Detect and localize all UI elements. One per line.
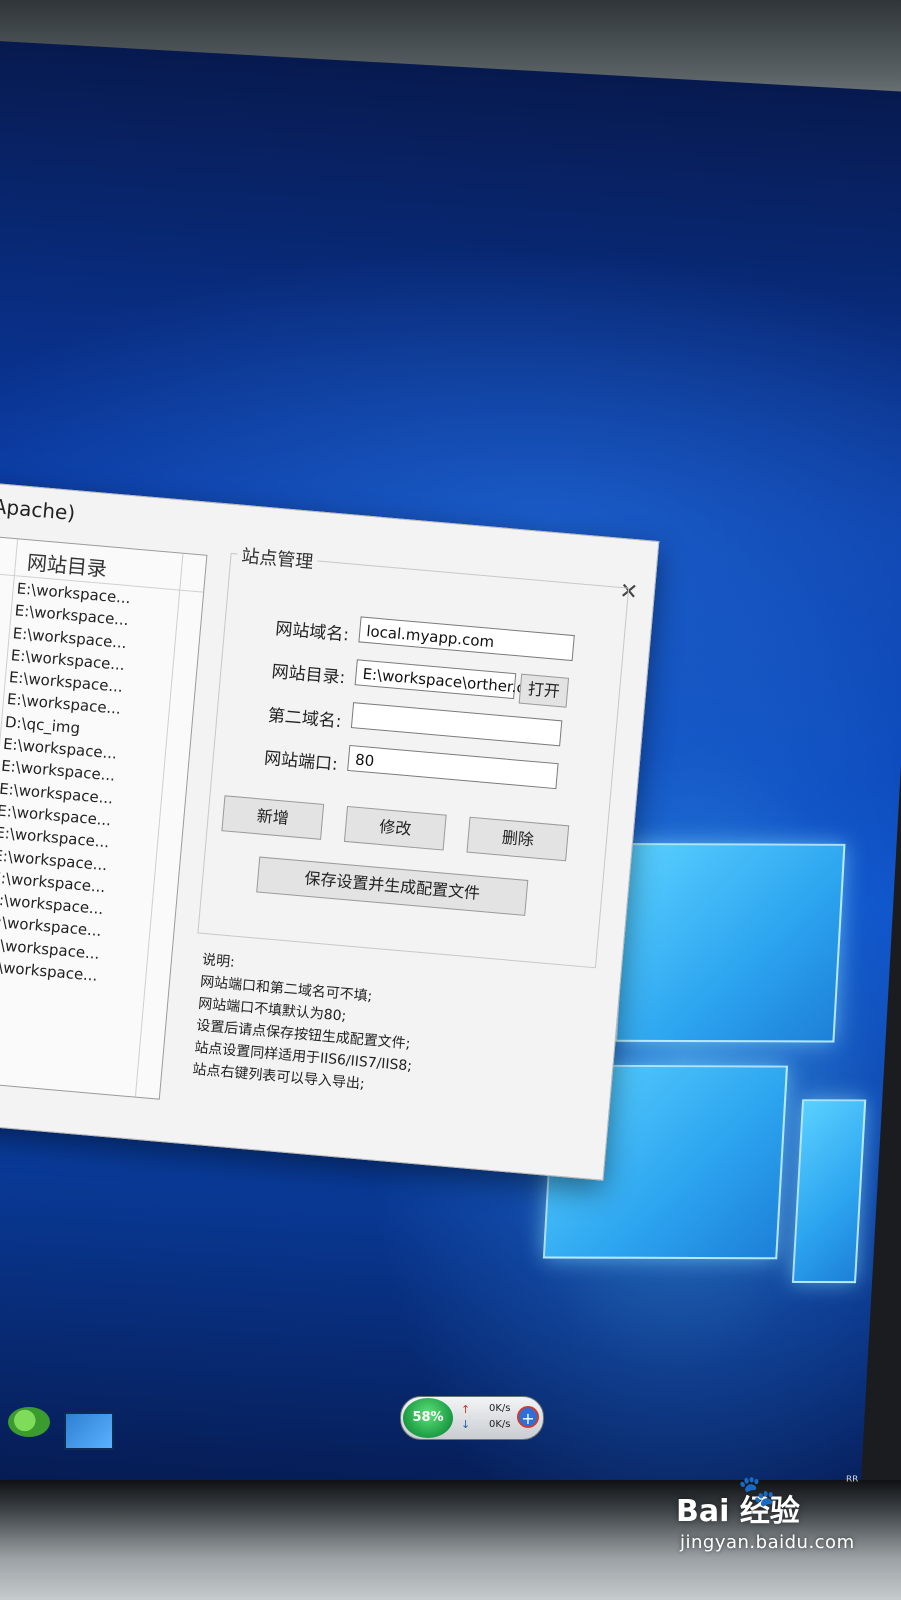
open-button[interactable]: 打开 <box>518 673 570 708</box>
remote-desktop-icon[interactable] <box>64 1412 114 1450</box>
upload-speed: 0K/s <box>489 1403 511 1414</box>
site-name-cell: n... <box>0 575 12 597</box>
site-name-cell: in... <box>0 619 8 641</box>
site-list[interactable]: 名 网站目录 n...E:\workspace...n...E:\workspa… <box>0 532 208 1100</box>
windows-logo-pane-top <box>615 843 846 1043</box>
notes-block: 说明: 网站端口和第二域名可不填; 网站端口不填默认为80; 设置后请点保存按钮… <box>192 949 421 1100</box>
apache-site-dialog: 理 (Apache) ✕ 名 网站目录 n...E:\workspace...n… <box>0 480 660 1181</box>
download-speed: 0K/s <box>489 1419 511 1430</box>
download-arrow-icon: ↓ <box>461 1418 471 1431</box>
site-name-cell: om <box>0 664 4 686</box>
network-usage-percent: 58% <box>403 1398 453 1438</box>
list-rows: n...E:\workspace...n...E:\workspace...in… <box>0 574 203 996</box>
dialog-wrapper: 理 (Apache) ✕ 名 网站目录 n...E:\workspace...n… <box>0 480 677 1181</box>
monitor-corner-icon: ᴿᴿ <box>846 1474 859 1490</box>
network-speed-widget[interactable]: 58% ↑ ↓ 0K/s 0K/s + <box>400 1396 544 1440</box>
site-name-cell: com <box>0 641 6 663</box>
baidu-watermark-url: jingyan.baidu.com <box>680 1532 855 1553</box>
window-title: 理 (Apache) <box>0 491 77 526</box>
site-name-cell: nc... <box>0 686 2 708</box>
accelerate-plus-icon[interactable]: + <box>517 1406 539 1428</box>
column-header-directory[interactable]: 网站目录 <box>26 546 108 582</box>
upload-arrow-icon: ↑ <box>461 1403 471 1416</box>
site-name-cell: n... <box>0 597 10 619</box>
wechat-icon[interactable] <box>8 1407 50 1437</box>
paw-icon: 🐾 <box>738 1474 776 1509</box>
windows-logo-pane-edge <box>791 1099 867 1284</box>
